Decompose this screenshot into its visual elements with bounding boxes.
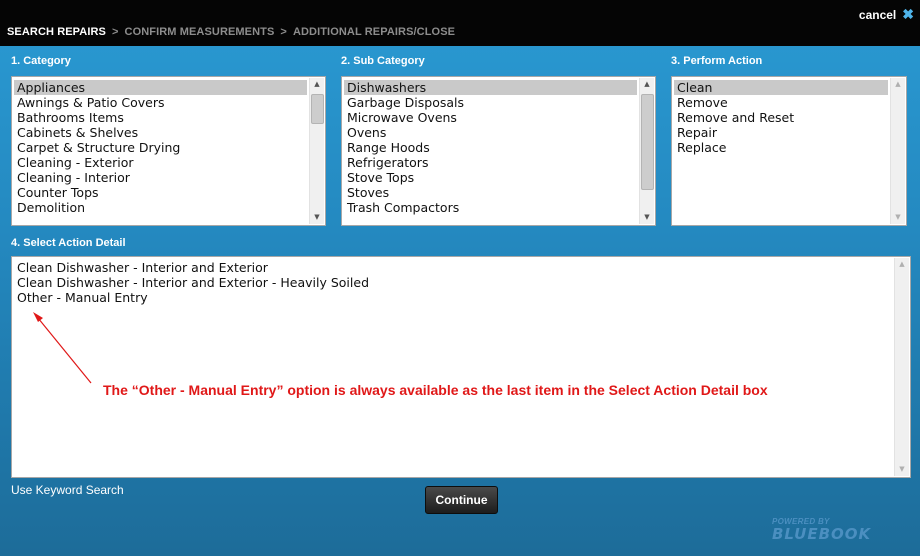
sub-category-option[interactable]: Stoves xyxy=(344,185,637,200)
sub-category-option[interactable]: Stove Tops xyxy=(344,170,637,185)
annotation-text: The “Other - Manual Entry” option is alw… xyxy=(103,382,768,398)
category-option[interactable]: Cabinets & Shelves xyxy=(14,125,307,140)
perform-action-listbox[interactable]: Clean Remove Remove and Reset Repair Rep… xyxy=(671,76,907,226)
category-label: 1. Category xyxy=(11,55,71,67)
perform-action-option[interactable]: Repair xyxy=(674,125,888,140)
scroll-up-arrow-icon[interactable]: ▲ xyxy=(895,258,909,271)
action-detail-scrollbar[interactable]: ▲ ▼ xyxy=(894,258,909,476)
sub-category-listbox[interactable]: Dishwashers Garbage Disposals Microwave … xyxy=(341,76,656,226)
category-option[interactable]: Demolition xyxy=(14,200,307,215)
category-scrollbar[interactable]: ▲ ▼ xyxy=(309,78,324,224)
perform-action-option[interactable]: Remove and Reset xyxy=(674,110,888,125)
breadcrumb-step-additional-repairs: ADDITIONAL REPAIRS/CLOSE xyxy=(292,26,456,38)
logo-brand: BLUEBOOK xyxy=(772,525,872,543)
keyword-search-link[interactable]: Use Keyword Search xyxy=(11,483,124,497)
action-detail-listbox[interactable]: Clean Dishwasher - Interior and Exterior… xyxy=(11,256,911,478)
sub-category-option[interactable]: Garbage Disposals xyxy=(344,95,637,110)
breadcrumb-step-confirm-measurements: CONFIRM MEASUREMENTS xyxy=(124,26,275,38)
category-option[interactable]: Bathrooms Items xyxy=(14,110,307,125)
category-listbox[interactable]: Appliances Awnings & Patio Covers Bathro… xyxy=(11,76,326,226)
sub-category-option[interactable]: Ovens xyxy=(344,125,637,140)
scroll-up-arrow-icon[interactable]: ▲ xyxy=(891,78,905,91)
breadcrumb: SEARCH REPAIRS > CONFIRM MEASUREMENTS > ADDI… xyxy=(7,26,455,38)
top-bar: cancel ✖ SEARCH REPAIRS > CONFIRM MEASUREM… xyxy=(0,0,920,46)
scroll-down-arrow-icon[interactable]: ▼ xyxy=(891,211,905,224)
action-detail-label: 4. Select Action Detail xyxy=(11,237,126,249)
perform-action-option[interactable]: Clean xyxy=(674,80,888,95)
sub-category-label: 2. Sub Category xyxy=(341,55,425,67)
sub-category-items: Dishwashers Garbage Disposals Microwave … xyxy=(344,80,637,215)
sub-category-scrollbar[interactable]: ▲ ▼ xyxy=(639,78,654,224)
breadcrumb-separator: > xyxy=(112,26,119,38)
scroll-up-arrow-icon[interactable]: ▲ xyxy=(310,78,324,91)
category-option[interactable]: Counter Tops xyxy=(14,185,307,200)
sub-category-scroll-thumb[interactable] xyxy=(641,94,654,190)
perform-action-label: 3. Perform Action xyxy=(671,55,763,67)
action-detail-option[interactable]: Other - Manual Entry xyxy=(14,290,892,305)
perform-action-items: Clean Remove Remove and Reset Repair Rep… xyxy=(674,80,888,155)
scroll-up-arrow-icon[interactable]: ▲ xyxy=(640,78,654,91)
sub-category-option[interactable]: Refrigerators xyxy=(344,155,637,170)
scroll-down-arrow-icon[interactable]: ▼ xyxy=(640,211,654,224)
breadcrumb-step-search-repairs: SEARCH REPAIRS xyxy=(7,26,106,38)
category-option[interactable]: Carpet & Structure Drying xyxy=(14,140,307,155)
cancel-button[interactable]: cancel ✖ xyxy=(859,6,914,23)
category-scroll-thumb[interactable] xyxy=(311,94,324,124)
sub-category-option[interactable]: Trash Compactors xyxy=(344,200,637,215)
action-detail-option[interactable]: Clean Dishwasher - Interior and Exterior xyxy=(14,260,892,275)
action-detail-option[interactable]: Clean Dishwasher - Interior and Exterior… xyxy=(14,275,892,290)
scroll-down-arrow-icon[interactable]: ▼ xyxy=(310,211,324,224)
category-option[interactable]: Awnings & Patio Covers xyxy=(14,95,307,110)
action-detail-items: Clean Dishwasher - Interior and Exterior… xyxy=(14,260,892,305)
bluebook-logo: POWERED BY BLUEBOOK xyxy=(772,517,871,543)
cancel-label: cancel xyxy=(858,7,897,22)
perform-action-option[interactable]: Remove xyxy=(674,95,888,110)
sub-category-option[interactable]: Microwave Ovens xyxy=(344,110,637,125)
perform-action-scrollbar[interactable]: ▲ ▼ xyxy=(890,78,905,224)
category-option[interactable]: Appliances xyxy=(14,80,307,95)
category-items: Appliances Awnings & Patio Covers Bathro… xyxy=(14,80,307,215)
category-option[interactable]: Cleaning - Exterior xyxy=(14,155,307,170)
sub-category-option[interactable]: Range Hoods xyxy=(344,140,637,155)
perform-action-option[interactable]: Replace xyxy=(674,140,888,155)
continue-button[interactable]: Continue xyxy=(425,486,498,514)
close-x-icon: ✖ xyxy=(902,6,914,22)
breadcrumb-separator: > xyxy=(280,26,287,38)
scroll-down-arrow-icon[interactable]: ▼ xyxy=(895,463,909,476)
category-option[interactable]: Cleaning - Interior xyxy=(14,170,307,185)
sub-category-option[interactable]: Dishwashers xyxy=(344,80,637,95)
